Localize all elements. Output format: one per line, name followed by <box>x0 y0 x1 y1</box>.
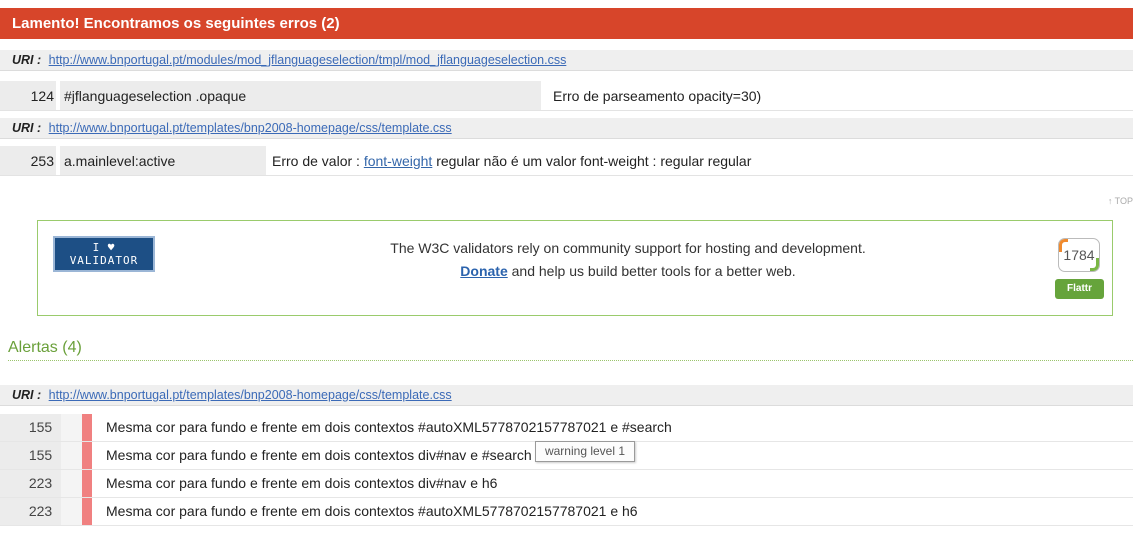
warning-level-bar[interactable] <box>82 414 92 441</box>
error-message: Erro de parseamento opacity=30) <box>553 88 762 104</box>
error-uri-link-2[interactable]: http://www.bnportugal.pt/templates/bnp20… <box>49 121 452 135</box>
flattr-corner-orange <box>1059 239 1068 252</box>
uri-label: URI : <box>12 388 42 402</box>
warning-message: Mesma cor para fundo e frente em dois co… <box>106 503 638 519</box>
alerts-header: Alertas (4) <box>8 335 1133 361</box>
error-row: 124 #jflanguageselection .opaque Erro de… <box>0 81 1133 111</box>
flattr-button[interactable]: Flattr <box>1055 279 1104 299</box>
warning-line-number: 223 <box>0 498 61 525</box>
warning-message: Mesma cor para fundo e frente em dois co… <box>106 475 498 491</box>
uri-label: URI : <box>12 121 42 135</box>
badge-validator-line: VALIDATOR <box>69 254 139 267</box>
warning-gap <box>61 498 82 525</box>
donation-text-line2: Donate and help us build better tools fo… <box>368 260 888 283</box>
donate-link[interactable]: Donate <box>460 263 507 279</box>
warning-gap <box>61 442 82 469</box>
warning-gap <box>61 470 82 497</box>
i-love-validator-badge[interactable]: I ♥ VALIDATOR <box>53 236 155 272</box>
error-context: #jflanguageselection .opaque <box>60 81 541 110</box>
warning-gap <box>61 414 82 441</box>
warning-line-number: 155 <box>0 414 61 441</box>
warning-level-bar[interactable] <box>82 470 92 497</box>
warning-row: 155 Mesma cor para fundo e frente em doi… <box>0 414 1133 442</box>
uri-label: URI : <box>12 53 42 67</box>
warning-level-tooltip: warning level 1 <box>535 441 635 462</box>
error-line-number: 124 <box>0 81 56 110</box>
warning-line-number: 155 <box>0 442 61 469</box>
error-uri-row-2: URI : http://www.bnportugal.pt/templates… <box>0 118 1133 139</box>
error-message-prefix: Erro de valor : <box>272 153 364 169</box>
back-to-top-link[interactable]: ↑ TOP <box>1108 196 1133 206</box>
warning-message: Mesma cor para fundo e frente em dois co… <box>106 419 672 435</box>
error-uri-link-1[interactable]: http://www.bnportugal.pt/modules/mod_jfl… <box>49 53 567 67</box>
alerts-uri-row: URI : http://www.bnportugal.pt/templates… <box>0 385 1133 406</box>
error-message-suffix: regular não é um valor font-weight : reg… <box>432 153 752 169</box>
badge-heart-line: I ♥ <box>92 241 116 254</box>
donation-text-line2-suffix: and help us build better tools for a bet… <box>507 263 796 279</box>
donation-text-line1: The W3C validators rely on community sup… <box>390 240 866 256</box>
flattr-corner-green <box>1090 258 1099 271</box>
warning-row: 223 Mesma cor para fundo e frente em doi… <box>0 498 1133 526</box>
font-weight-link[interactable]: font-weight <box>364 153 432 169</box>
flattr-count-bubble: 1784 <box>1058 238 1100 272</box>
error-row: 253 a.mainlevel:active Erro de valor : f… <box>0 146 1133 176</box>
error-uri-row-1: URI : http://www.bnportugal.pt/modules/m… <box>0 50 1133 71</box>
warning-message: Mesma cor para fundo e frente em dois co… <box>106 447 532 463</box>
error-message: Erro de valor : font-weight regular não … <box>272 146 751 176</box>
warning-line-number: 223 <box>0 470 61 497</box>
alerts-uri-link[interactable]: http://www.bnportugal.pt/templates/bnp20… <box>49 388 452 402</box>
error-context: a.mainlevel:active <box>60 146 266 175</box>
errors-header: Lamento! Encontramos os seguintes erros … <box>0 8 1133 39</box>
donation-box: I ♥ VALIDATOR The W3C validators rely on… <box>37 220 1113 316</box>
error-line-number: 253 <box>0 146 56 175</box>
warning-level-bar[interactable] <box>82 498 92 525</box>
donation-text: The W3C validators rely on community sup… <box>368 237 888 283</box>
warning-row: 223 Mesma cor para fundo e frente em doi… <box>0 470 1133 498</box>
warning-level-bar[interactable] <box>82 442 92 469</box>
